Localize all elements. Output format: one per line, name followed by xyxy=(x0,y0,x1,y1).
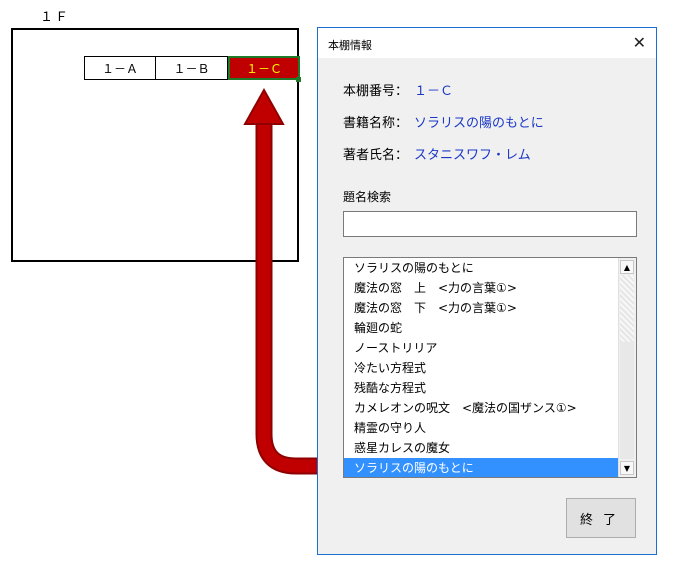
list-item[interactable]: 輪廻の蛇 xyxy=(344,318,619,338)
shelf-1a[interactable]: １－Ａ xyxy=(84,56,156,80)
selection-fill-handle[interactable] xyxy=(296,77,301,82)
list-item[interactable]: 精霊の守り人 xyxy=(344,418,619,438)
author-value: スタニスワフ・レム xyxy=(414,148,531,163)
book-name-label: 書籍名称： xyxy=(343,116,409,131)
scroll-down-icon[interactable]: ▼ xyxy=(620,461,634,475)
shelf-info-dialog: 本棚情報 ✕ 本棚番号： １－Ｃ 書籍名称： ソラリスの陽のもとに 著者氏名： スタニ… xyxy=(317,27,657,555)
dialog-title: 本棚情報 xyxy=(328,39,372,52)
end-button[interactable]: 終了 xyxy=(566,498,636,538)
list-item[interactable]: 残酷な方程式 xyxy=(344,378,619,398)
title-search-input[interactable] xyxy=(343,211,637,237)
list-item[interactable]: ノーストリリア xyxy=(344,338,619,358)
book-list: ソラリスの陽のもとに 魔法の窓 上 <力の言葉①> 魔法の窓 下 <力の言葉①>… xyxy=(344,258,619,477)
list-item[interactable]: 冷たい方程式 xyxy=(344,358,619,378)
list-item-selected[interactable]: ソラリスの陽のもとに xyxy=(344,458,619,477)
shelf-1b[interactable]: １－Ｂ xyxy=(156,56,228,80)
scroll-track[interactable] xyxy=(620,275,634,342)
list-item[interactable]: 魔法の窓 下 <力の言葉①> xyxy=(344,298,619,318)
book-listbox[interactable]: ソラリスの陽のもとに 魔法の窓 上 <力の言葉①> 魔法の窓 下 <力の言葉①>… xyxy=(343,257,637,478)
list-item[interactable]: 惑星カレスの魔女 xyxy=(344,438,619,458)
scroll-up-icon[interactable]: ▲ xyxy=(620,260,634,274)
title-search-label: 題名検索 xyxy=(343,190,392,204)
list-scrollbar[interactable]: ▲ ▼ xyxy=(618,258,636,477)
shelf-number-row: 本棚番号： １－Ｃ xyxy=(343,80,453,99)
shelf-number-value: １－Ｃ xyxy=(414,84,454,99)
author-label: 著者氏名： xyxy=(343,148,409,163)
list-item[interactable]: カメレオンの呪文 <魔法の国ザンス①> xyxy=(344,398,619,418)
dialog-titlebar[interactable]: 本棚情報 ✕ xyxy=(318,28,656,58)
shelf-1c-selected[interactable]: １－Ｃ xyxy=(228,56,300,80)
shelf-number-label: 本棚番号： xyxy=(343,84,409,99)
scroll-thumb[interactable] xyxy=(620,342,634,459)
floor-label: １Ｆ xyxy=(40,10,71,25)
book-name-row: 書籍名称： ソラリスの陽のもとに xyxy=(343,112,544,131)
author-row: 著者氏名： スタニスワフ・レム xyxy=(343,144,531,163)
book-name-value: ソラリスの陽のもとに xyxy=(414,116,544,131)
close-icon[interactable]: ✕ xyxy=(633,33,646,52)
list-item[interactable]: 魔法の窓 上 <力の言葉①> xyxy=(344,278,619,298)
list-item[interactable]: ソラリスの陽のもとに xyxy=(344,258,619,278)
